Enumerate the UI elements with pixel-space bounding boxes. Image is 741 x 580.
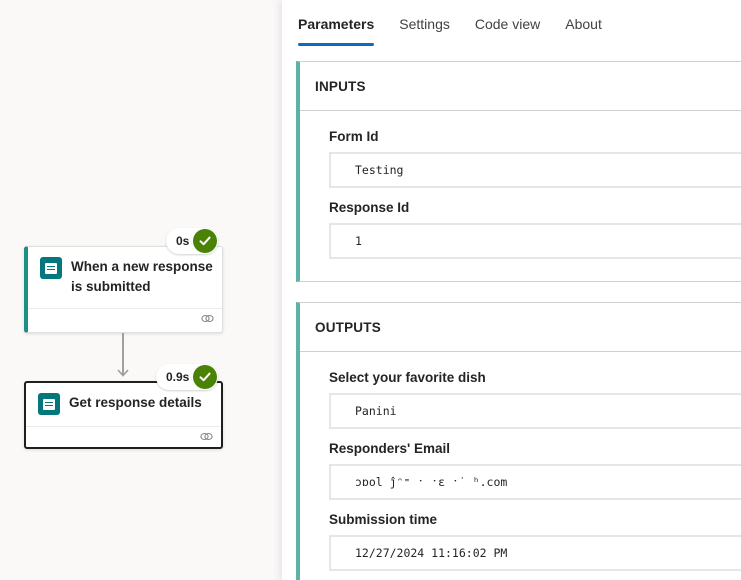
- trigger-duration: 0s: [176, 234, 190, 248]
- trigger-status-badge: 0s: [166, 228, 219, 254]
- outputs-section: OUTPUTS Select your favorite dish Panini…: [296, 302, 741, 580]
- submission-time-label: Submission time: [329, 512, 438, 527]
- success-check-icon: [193, 229, 218, 253]
- success-check-icon: [193, 365, 218, 389]
- flow-canvas: When a new response is submitted 0s Get …: [0, 0, 282, 580]
- favorite-dish-label: Select your favorite dish: [329, 370, 486, 385]
- responders-email-label: Responders' Email: [329, 441, 450, 456]
- link-icon[interactable]: [200, 432, 213, 441]
- response-id-label: Response Id: [329, 200, 410, 215]
- outputs-header[interactable]: OUTPUTS: [300, 303, 741, 352]
- trigger-card[interactable]: When a new response is submitted: [24, 246, 223, 333]
- microsoft-forms-icon: [40, 257, 62, 279]
- submission-time-value: 12/27/2024 11:16:02 PM: [329, 535, 741, 571]
- action-card[interactable]: Get response details: [24, 381, 223, 449]
- tab-about[interactable]: About: [565, 16, 602, 46]
- tab-settings[interactable]: Settings: [399, 16, 450, 46]
- microsoft-forms-icon: [38, 393, 60, 415]
- favorite-dish-value: Panini: [329, 393, 741, 429]
- details-panel: Parameters Settings Code view About INPU…: [282, 0, 741, 580]
- form-id-label: Form Id: [329, 129, 379, 144]
- action-status-badge: 0.9s: [156, 364, 219, 390]
- tab-parameters[interactable]: Parameters: [298, 16, 375, 46]
- tab-code-view[interactable]: Code view: [475, 16, 540, 46]
- arrow-down-icon: [117, 369, 129, 377]
- action-duration: 0.9s: [166, 370, 190, 384]
- trigger-title: When a new response is submitted: [71, 259, 213, 294]
- response-id-value: 1: [329, 223, 741, 259]
- panel-tabs: Parameters Settings Code view About: [298, 16, 627, 46]
- inputs-section: INPUTS Form Id Testing Response Id 1: [296, 61, 741, 282]
- responders-email-value: ɔɒol ĵᵔ⁼ ˑ ˑɛ ˑ˙ ʰ.com: [329, 464, 741, 500]
- action-title: Get response details: [69, 395, 202, 410]
- inputs-header[interactable]: INPUTS: [300, 62, 741, 111]
- link-icon[interactable]: [201, 314, 214, 323]
- form-id-value: Testing: [329, 152, 741, 188]
